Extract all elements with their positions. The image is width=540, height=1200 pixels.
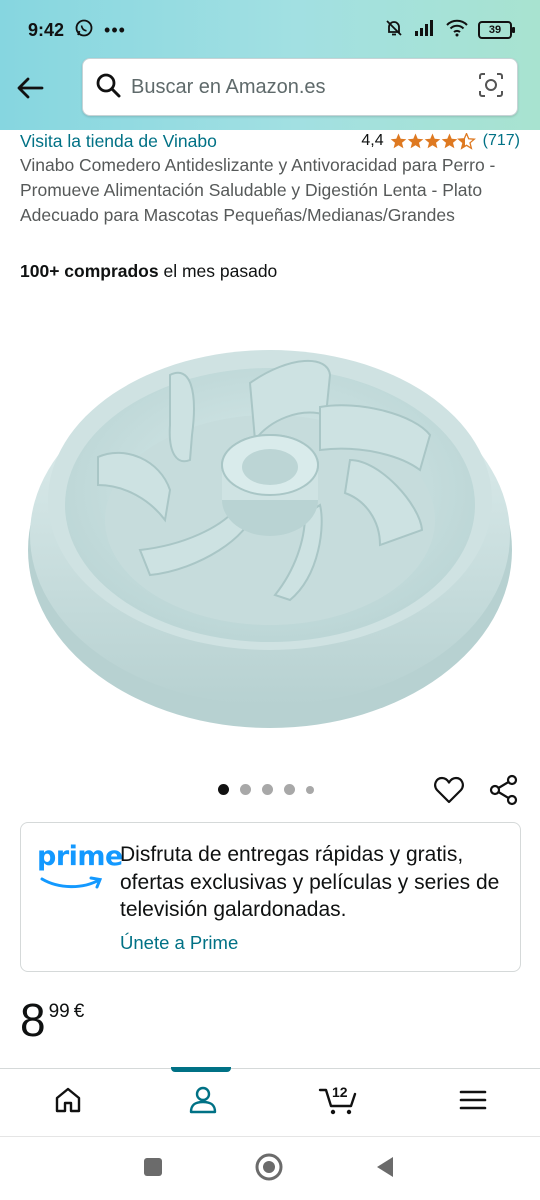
carousel-dot[interactable] bbox=[218, 784, 229, 795]
nav-cart[interactable] bbox=[270, 1069, 405, 1136]
bought-period: el mes pasado bbox=[158, 261, 278, 281]
menu-icon bbox=[459, 1088, 487, 1117]
star-icon bbox=[424, 133, 440, 148]
prime-logo-text: prime bbox=[37, 841, 123, 872]
rating-stars bbox=[390, 132, 476, 150]
product-title: Vinabo Comedero Antideslizante y Antivor… bbox=[20, 155, 496, 225]
image-carousel-dots bbox=[218, 784, 314, 795]
price-currency: € bbox=[73, 1001, 85, 1022]
star-icon bbox=[407, 133, 423, 148]
price-whole: 8 bbox=[20, 994, 46, 1046]
account-icon bbox=[188, 1085, 218, 1120]
product-image[interactable] bbox=[20, 295, 520, 755]
prime-smile-icon bbox=[40, 876, 103, 889]
search-row bbox=[0, 58, 540, 118]
price-fraction: 99 bbox=[48, 1001, 70, 1022]
heart-icon[interactable] bbox=[433, 774, 465, 806]
rating-count: (717) bbox=[482, 132, 520, 149]
wifi-icon bbox=[446, 19, 468, 42]
signal-icon bbox=[414, 19, 436, 42]
share-icon[interactable] bbox=[488, 774, 520, 806]
store-rating-row: Visita la tienda de Vinabo 4,4 (717) bbox=[20, 130, 520, 152]
prime-promo-card[interactable]: prime Disfruta de entregas rápidas y gra… bbox=[20, 822, 521, 972]
carousel-dot[interactable] bbox=[240, 784, 251, 795]
back-arrow-icon[interactable] bbox=[0, 58, 60, 118]
search-icon[interactable] bbox=[95, 72, 121, 103]
active-tab-indicator bbox=[171, 1067, 231, 1072]
search-input[interactable] bbox=[131, 75, 477, 99]
home-button-icon[interactable] bbox=[254, 1152, 284, 1182]
prime-logo: prime bbox=[37, 841, 123, 889]
search-box[interactable] bbox=[82, 58, 518, 116]
prime-description: Disfruta de entregas rápidas y gratis, o… bbox=[120, 843, 500, 921]
battery-icon: 39 bbox=[478, 21, 515, 39]
recent-apps-icon[interactable] bbox=[138, 1152, 168, 1182]
camera-lens-icon[interactable] bbox=[477, 71, 505, 104]
join-prime-link[interactable]: Únete a Prime bbox=[120, 932, 238, 954]
nav-menu[interactable] bbox=[405, 1069, 540, 1136]
carousel-dot[interactable] bbox=[284, 784, 295, 795]
status-time: 9:42 bbox=[28, 19, 65, 40]
nav-account[interactable] bbox=[135, 1067, 270, 1136]
price: 8 99 € bbox=[20, 995, 84, 1045]
star-icon bbox=[441, 133, 457, 148]
bottom-nav: 12 bbox=[0, 1067, 540, 1136]
mute-bell-icon bbox=[384, 18, 404, 43]
more-notifications-icon: ••• bbox=[104, 19, 126, 40]
star-icon bbox=[390, 133, 406, 148]
store-link[interactable]: Visita la tienda de Vinabo bbox=[20, 131, 217, 152]
status-bar: 9:42 ••• 39 bbox=[0, 0, 540, 60]
nav-home[interactable] bbox=[0, 1069, 135, 1136]
home-icon bbox=[53, 1085, 83, 1120]
carousel-dot[interactable] bbox=[306, 785, 314, 794]
half-star-icon bbox=[456, 132, 476, 150]
whatsapp-icon bbox=[74, 18, 94, 43]
back-triangle-icon[interactable] bbox=[370, 1152, 400, 1182]
cart-count-badge: 12 bbox=[332, 1084, 348, 1100]
rating-value: 4,4 bbox=[361, 132, 384, 149]
bought-info: 100+ comprados el mes pasado bbox=[20, 261, 277, 282]
bought-count: 100+ comprados bbox=[20, 261, 159, 281]
carousel-dot[interactable] bbox=[262, 784, 273, 795]
rating[interactable]: 4,4 (717) bbox=[361, 132, 520, 150]
